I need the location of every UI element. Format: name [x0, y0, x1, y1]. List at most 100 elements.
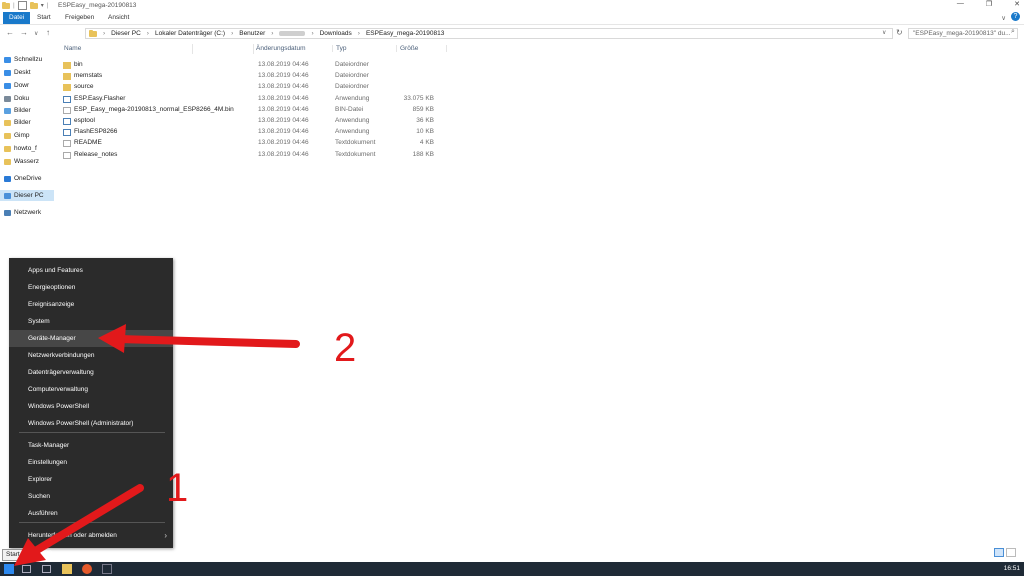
column-date[interactable]: Änderungsdatum [256, 45, 306, 52]
menu-item-8[interactable]: Windows PowerShell [9, 398, 173, 415]
tab-start[interactable]: Start [31, 12, 57, 24]
menu-item-13[interactable]: Suchen [9, 488, 173, 505]
maximize-button[interactable]: ❐ [986, 0, 992, 8]
menu-item-14[interactable]: Ausführen [9, 505, 173, 522]
annotation-step-1: 1 [166, 466, 189, 510]
large-icons-view-icon[interactable] [1006, 548, 1016, 557]
breadcrumb-drive[interactable]: Lokaler Datenträger (C:) [155, 30, 225, 37]
file-size: 188 KB [412, 150, 434, 158]
firefox-taskbar-icon[interactable] [82, 564, 92, 574]
menu-item-0[interactable]: Apps und Features [9, 262, 173, 279]
start-tooltip: Start [2, 549, 24, 561]
file-row[interactable]: README 13.08.2019 04:46 Textdokument 4 KB [62, 138, 442, 149]
menu-item-9[interactable]: Windows PowerShell (Administrator) [9, 415, 173, 432]
task-view-icon-2[interactable] [42, 565, 51, 573]
network-icon [4, 209, 11, 216]
column-name[interactable]: Name [64, 45, 81, 52]
menu-item-label: Datenträgerverwaltung [28, 369, 94, 376]
menu-item-11[interactable]: Einstellungen [9, 454, 173, 471]
breadcrumb-separator: › [146, 30, 149, 37]
file-size: 36 KB [416, 117, 434, 124]
windows-start-icon[interactable] [4, 564, 14, 574]
menu-item-label: Energieoptionen [28, 284, 76, 291]
file-name: ESP_Easy_mega-20190813_normal_ESP8266_4M… [74, 105, 234, 113]
file-row[interactable]: FlashESP8266 13.08.2019 04:46 Anwendung 10 … [62, 127, 442, 138]
refresh-icon[interactable]: ↻ [896, 28, 903, 37]
address-bar[interactable]: › Dieser PC › Lokaler Datenträger (C:) ›… [85, 28, 893, 39]
menu-separator [19, 432, 165, 433]
nav-item-8[interactable]: Wasserz [4, 156, 54, 167]
menu-item-7[interactable]: Computerverwaltung [9, 381, 173, 398]
tab-ansicht[interactable]: Ansicht [102, 12, 135, 24]
app-taskbar-icon[interactable] [102, 564, 112, 574]
file-date: 13.08.2019 04:46 [258, 94, 309, 102]
menu-item-12[interactable]: Explorer [9, 471, 173, 488]
task-view-icon[interactable] [22, 565, 31, 573]
breadcrumb-downloads[interactable]: Downloads [320, 30, 352, 37]
nav-item-0[interactable]: Schnellzu [4, 54, 54, 65]
menu-item-3[interactable]: System [9, 313, 173, 330]
up-arrow-icon[interactable]: ↑ [46, 28, 50, 37]
menu-item-6[interactable]: Datenträgerverwaltung [9, 364, 173, 381]
column-size[interactable]: Größe [396, 45, 448, 52]
file-date: 13.08.2019 04:46 [258, 105, 309, 113]
menu-item-5[interactable]: Netzwerkverbindungen [9, 347, 173, 364]
file-name: source [74, 83, 94, 91]
new-folder-icon[interactable] [29, 1, 38, 9]
nav-item-5[interactable]: Bilder [4, 117, 54, 128]
file-explorer-taskbar-icon[interactable] [62, 564, 72, 574]
menu-item-4[interactable]: Geräte-Manager [9, 330, 173, 347]
folder-icon [63, 62, 71, 69]
nav-item-10[interactable]: Dieser PC [0, 190, 54, 201]
details-view-icon[interactable] [994, 548, 1004, 557]
forward-arrow-icon[interactable]: → [20, 28, 28, 37]
separator: | [13, 2, 15, 9]
tab-datei[interactable]: Datei [3, 12, 31, 24]
file-row[interactable]: source 13.08.2019 04:46 Dateiordner [62, 82, 442, 93]
menu-item-10[interactable]: Task-Manager [9, 437, 173, 454]
ribbon-tabs: Datei Start Freigeben Ansicht ∨ ? [0, 12, 1024, 25]
back-arrow-icon[interactable]: ← [6, 28, 14, 37]
menu-item-15[interactable]: Herunterfahren oder abmelden › [9, 527, 173, 544]
nav-item-3[interactable]: Doku [4, 93, 54, 104]
file-row[interactable]: memstats 13.08.2019 04:46 Dateiordner [62, 71, 442, 82]
ribbon-expand-icon[interactable]: ∨ [1001, 14, 1006, 22]
nav-item-4[interactable]: Bilder [4, 105, 54, 116]
search-icon[interactable]: ⌕ [1011, 28, 1015, 36]
file-row[interactable]: Release_notes 13.08.2019 04:46 Textdokumen… [62, 150, 442, 161]
chevron-down-icon[interactable]: ▾ [41, 2, 44, 9]
address-dropdown-icon[interactable]: ∨ [882, 29, 886, 36]
menu-item-2[interactable]: Ereignisanzeige [9, 296, 173, 313]
minimize-button[interactable]: — [957, 0, 964, 8]
nav-item-6[interactable]: Gimp [4, 130, 54, 141]
help-icon[interactable]: ? [1011, 12, 1020, 21]
file-row[interactable]: ESP_Easy_mega-20190813_normal_ESP8266_4M… [62, 105, 442, 116]
folder-icon [4, 158, 11, 165]
file-size: 859 KB [412, 105, 434, 113]
nav-item-11[interactable]: Netzwerk [4, 207, 54, 218]
breadcrumb-current-folder[interactable]: ESPEasy_mega-20190813 [366, 30, 444, 37]
menu-item-16[interactable]: Desktop [9, 544, 173, 561]
close-button[interactable]: ✕ [1014, 0, 1020, 8]
breadcrumb-separator: › [103, 30, 106, 37]
search-input[interactable]: "ESPEasy_mega-20190813" du... [908, 28, 1018, 39]
column-type[interactable]: Typ [332, 45, 346, 52]
window-title: ESPEasy_mega-20190813 [58, 2, 137, 9]
nav-item-label: OneDrive [14, 175, 42, 182]
separator: | [46, 2, 49, 9]
tab-freigeben[interactable]: Freigeben [59, 12, 100, 24]
breadcrumb-this-pc[interactable]: Dieser PC [111, 30, 141, 37]
file-row[interactable]: esptool 13.08.2019 04:46 Anwendung 36 KB [62, 116, 442, 127]
star-icon [4, 56, 11, 63]
nav-item-1[interactable]: Deskt [4, 67, 54, 78]
recent-locations-icon[interactable]: ∨ [34, 30, 38, 37]
breadcrumb-users[interactable]: Benutzer [239, 30, 265, 37]
file-row[interactable]: bin 13.08.2019 04:46 Dateiordner [62, 60, 442, 71]
properties-icon[interactable] [17, 1, 27, 10]
menu-item-1[interactable]: Energieoptionen [9, 279, 173, 296]
file-type: BIN-Datei [335, 105, 364, 113]
file-row[interactable]: ESP.Easy.Flasher 13.08.2019 04:46 Anwendun… [62, 94, 442, 105]
nav-item-2[interactable]: Dowr [4, 80, 54, 91]
nav-item-9[interactable]: OneDrive [4, 173, 54, 184]
nav-item-7[interactable]: howto_f [4, 143, 54, 154]
